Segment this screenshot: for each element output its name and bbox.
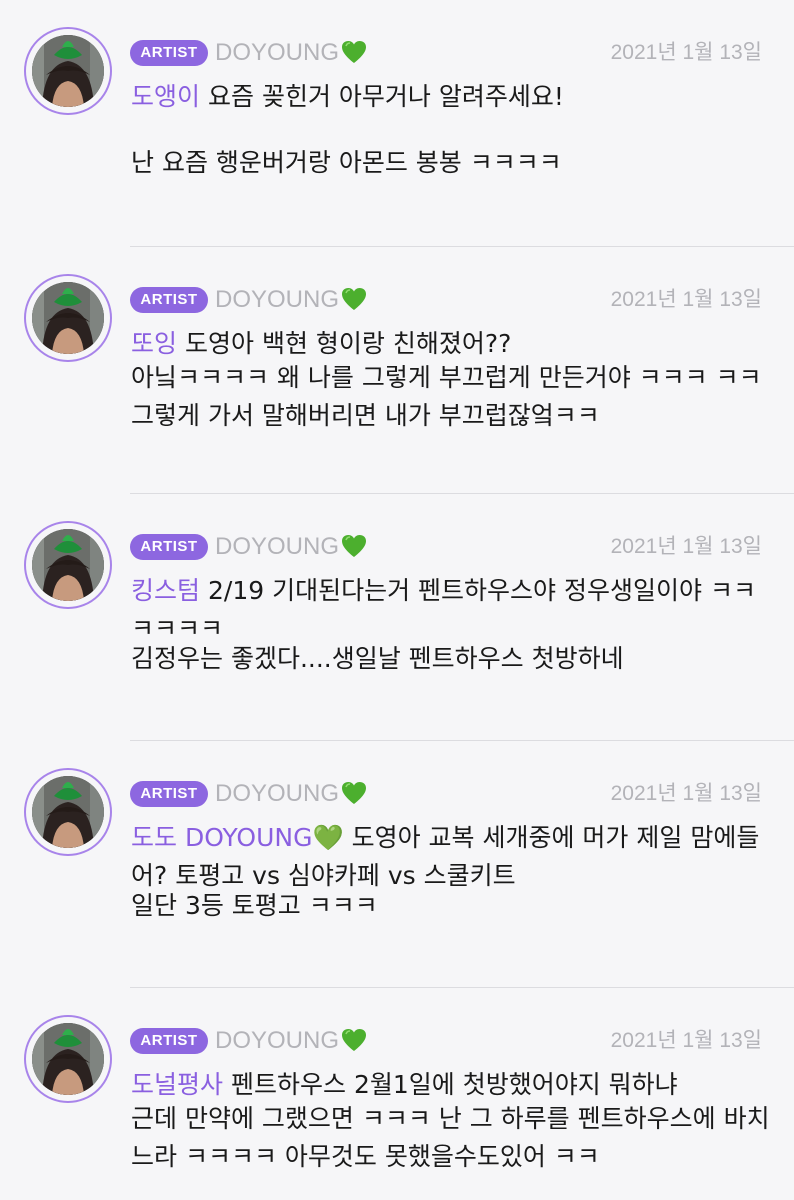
author-name-text: DOYOUNG xyxy=(215,1027,340,1054)
green-heart-icon xyxy=(342,535,367,557)
message-card[interactable]: ARTIST DOYOUNG 2021년 1월 13일 또잉 도영아 백현 형이랑… xyxy=(0,247,794,494)
fan-name[interactable]: 도널평사 xyxy=(131,1070,223,1099)
message-card[interactable]: ARTIST DOYOUNG 2021년 1월 13일 킹스텀 2/19 기대된다… xyxy=(0,494,794,741)
author-name-text: DOYOUNG xyxy=(215,533,340,560)
post-date: 2021년 1월 13일 xyxy=(610,288,762,311)
question-text: 2/19 기대된다는거 펜트하우스야 정우생일이야 ㅋㅋㅋㅋㅋㅋ xyxy=(131,576,756,643)
avatar[interactable] xyxy=(24,27,112,115)
artist-badge: ARTIST xyxy=(130,534,208,560)
green-heart-icon xyxy=(342,288,367,310)
fan-name[interactable]: 도도 DOYOUNG💚 xyxy=(131,823,344,852)
avatar-photo xyxy=(32,282,104,354)
author-name[interactable]: DOYOUNG xyxy=(215,285,367,315)
post-date: 2021년 1월 13일 xyxy=(610,535,762,558)
avatar-photo xyxy=(32,529,104,601)
fan-question: 도도 DOYOUNG💚 도영아 교복 세개중에 머가 제일 맘에들어? 토평고 v… xyxy=(131,819,771,895)
author-name[interactable]: DOYOUNG xyxy=(215,779,367,809)
artist-badge: ARTIST xyxy=(130,287,208,313)
post-date: 2021년 1월 13일 xyxy=(610,782,762,805)
avatar-photo xyxy=(32,35,104,107)
avatar-photo xyxy=(32,1023,104,1095)
avatar[interactable] xyxy=(24,521,112,609)
artist-reply: 난 요즘 행운버거랑 아몬드 봉봉 ㅋㅋㅋㅋ xyxy=(131,148,562,177)
artist-reply: 일단 3등 토평고 ㅋㅋㅋ xyxy=(131,891,378,920)
author-name[interactable]: DOYOUNG xyxy=(215,532,367,562)
author-name-text: DOYOUNG xyxy=(215,780,340,807)
fan-name[interactable]: 또잉 xyxy=(131,329,177,358)
message-card[interactable]: ARTIST DOYOUNG 2021년 1월 13일 도도 DOYOUNG💚 도… xyxy=(0,741,794,988)
avatar[interactable] xyxy=(24,1015,112,1103)
message-card[interactable]: ARTIST DOYOUNG 2021년 1월 13일 도앵이 요즘 꽂힌거 아무… xyxy=(0,0,794,247)
fan-question: 도앵이 요즘 꽂힌거 아무거나 알려주세요! xyxy=(131,78,771,116)
message-card[interactable]: ARTIST DOYOUNG 2021년 1월 13일 도널평사 펜트하우스 2월… xyxy=(0,988,794,1200)
author-name[interactable]: DOYOUNG xyxy=(215,38,367,68)
avatar-photo xyxy=(32,776,104,848)
artist-badge: ARTIST xyxy=(130,40,208,66)
artist-reply: 김정우는 좋겠다....생일날 펜트하우스 첫방하네 xyxy=(131,644,624,673)
question-text: 요즘 꽂힌거 아무거나 알려주세요! xyxy=(208,82,564,111)
green-heart-icon xyxy=(342,782,367,804)
fan-question: 도널평사 펜트하우스 2월1일에 첫방했어야지 뭐하냐 xyxy=(131,1066,771,1104)
fan-question: 킹스텀 2/19 기대된다는거 펜트하우스야 정우생일이야 ㅋㅋㅋㅋㅋㅋ xyxy=(131,572,771,648)
green-heart-icon xyxy=(342,41,367,63)
fan-name[interactable]: 도앵이 xyxy=(131,82,200,111)
author-name-text: DOYOUNG xyxy=(215,39,340,66)
artist-badge: ARTIST xyxy=(130,1028,208,1054)
fan-name[interactable]: 킹스텀 xyxy=(131,576,200,605)
post-date: 2021년 1월 13일 xyxy=(610,41,762,64)
artist-reply: 아닠ㅋㅋㅋㅋ 왜 나를 그렇게 부끄럽게 만든거야 ㅋㅋㅋ ㅋㅋ그렇게 가서 말… xyxy=(131,363,762,430)
avatar[interactable] xyxy=(24,768,112,856)
post-date: 2021년 1월 13일 xyxy=(610,1029,762,1052)
message-feed: ARTIST DOYOUNG 2021년 1월 13일 도앵이 요즘 꽂힌거 아무… xyxy=(0,0,794,1200)
green-heart-icon xyxy=(342,1029,367,1051)
question-text: 펜트하우스 2월1일에 첫방했어야지 뭐하냐 xyxy=(231,1070,678,1099)
fan-question: 또잉 도영아 백현 형이랑 친해졌어?? xyxy=(131,325,771,363)
artist-reply: 근데 만약에 그랬으면 ㅋㅋㅋ 난 그 하루를 펜트하우스에 바치느라 ㅋㅋㅋㅋ… xyxy=(131,1104,770,1171)
artist-badge: ARTIST xyxy=(130,781,208,807)
avatar[interactable] xyxy=(24,274,112,362)
question-text: 도영아 백현 형이랑 친해졌어?? xyxy=(185,329,512,358)
author-name-text: DOYOUNG xyxy=(215,286,340,313)
author-name[interactable]: DOYOUNG xyxy=(215,1026,367,1056)
